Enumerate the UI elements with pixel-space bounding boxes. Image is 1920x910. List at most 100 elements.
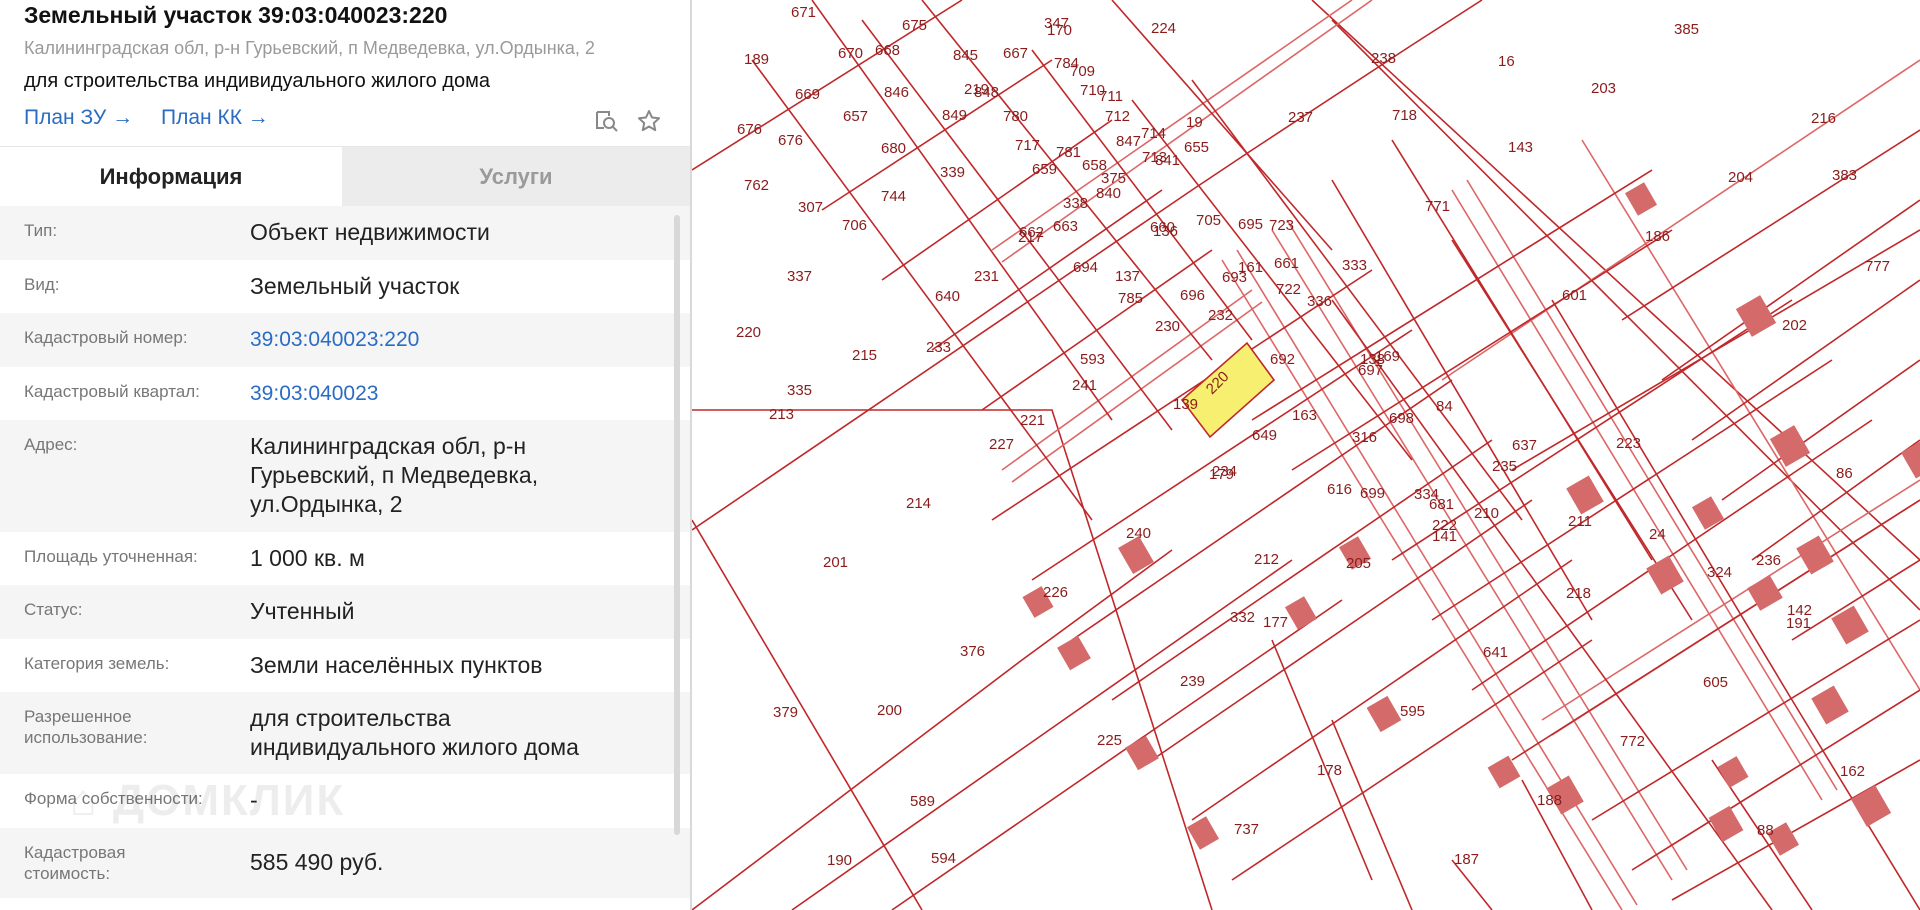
info-value: Земельный участок [250,273,460,299]
info-row-area: Площадь уточненная: 1 000 кв. м [0,532,690,585]
plot-label: 641 [1483,644,1508,661]
info-label: Площадь уточненная: [24,547,198,566]
cadastral-map[interactable]: 671 675 347 670 668 845 667 784 709 16 669 846 848 71… [692,0,1920,910]
plot-label: 219 [964,81,989,98]
star-icon[interactable] [632,104,666,138]
plot-label: 19 [1186,114,1203,131]
plot-label: 307 [798,199,823,216]
info-value: Учтенный [250,598,355,624]
plot-label: 139 [1173,396,1198,413]
plot-label: 594 [931,850,956,867]
info-label: Кадастровый квартал: [24,382,200,401]
plot-label: 332 [1230,609,1255,626]
plan-zu-link[interactable]: План ЗУ → [24,106,133,130]
plot-label: 169 [1375,348,1400,365]
plot-label: 706 [842,217,867,234]
plot-label: 177 [1263,614,1288,631]
plot-label: 668 [875,42,900,59]
info-row-cadastral-value: Кадастровая стоимость: 585 490 руб. [0,828,690,898]
plot-label: 676 [737,121,762,138]
plot-label: 215 [852,347,877,364]
plot-label: 840 [1096,185,1121,202]
plot-label: 695 [1238,216,1263,233]
plot-label: 204 [1728,169,1753,186]
watermark-logo: ⌂ ДОМКЛИК [70,776,346,825]
plot-label: 680 [881,140,906,157]
cadastral-quarter-link[interactable]: 39:03:040023 [250,379,650,408]
plot-label: 785 [1118,290,1143,307]
info-row-address: Адрес: Калининградская обл, р-н Гурьевск… [0,420,690,532]
plot-label: 231 [974,268,999,285]
info-row-type: Тип: Объект недвижимости [0,206,690,260]
info-row-status: Статус: Учтенный [0,585,690,639]
plot-label: 379 [773,704,798,721]
plot-label: 212 [1254,551,1279,568]
plot-label: 737 [1234,821,1259,838]
plot-label: 16 [1498,53,1515,70]
plot-label: 696 [1180,287,1205,304]
plot-label: 849 [942,107,967,124]
plot-label: 202 [1782,317,1807,334]
plot-label: 675 [902,17,927,34]
plot-label: 616 [1327,481,1352,498]
plot-label: 744 [881,188,906,205]
map-canvas[interactable]: 671675 347670 668 845 66778470916669 846 848 71… [692,0,1920,910]
info-value: для строительства индивидуального жилого… [250,705,579,760]
plot-label: 218 [1566,585,1591,602]
plot-label: 667 [1003,45,1028,62]
plan-kk-link[interactable]: План КК → [161,106,269,130]
plot-label: 655 [1184,139,1209,156]
tab-services[interactable]: Услуги [342,147,690,207]
plot-label: 333 [1342,257,1367,274]
plot-label: 86 [1836,465,1853,482]
plot-label: 385 [1674,21,1699,38]
plot-label: 772 [1620,733,1645,750]
selected-plot[interactable] [1180,341,1276,439]
plot-label: 718 [1392,107,1417,124]
page-title: Земельный участок 39:03:040023:220 [24,2,448,28]
purpose-text: для строительства индивидуального жилого… [24,70,491,92]
info-row-permitted-use: Разрешенное использование: для строитель… [0,692,690,774]
plot-label: 220 [736,324,761,341]
plot-label: 221 [1020,412,1045,429]
plot-label: 88 [1757,822,1774,839]
plot-label: 723 [1269,217,1294,234]
info-label: Тип: [24,221,58,240]
plot-label: 210 [1474,505,1499,522]
plan-zu-label: План ЗУ [24,106,107,129]
plot-label: 692 [1270,351,1295,368]
plot-label: 659 [1032,161,1057,178]
cadastral-number-link[interactable]: 39:03:040023:220 [250,325,650,354]
info-label: Адрес: [24,435,78,454]
tab-info[interactable]: Информация [0,147,342,207]
plot-label: 777 [1865,258,1890,275]
plot-label: 143 [1508,139,1533,156]
search-doc-icon[interactable] [590,104,624,138]
plot-label: 216 [1811,110,1836,127]
info-row-cadastral-number: Кадастровый номер: 39:03:040023:220 [0,313,690,367]
plot-label: 781 [1056,144,1081,161]
plot-label: 336 [1307,293,1332,310]
plot-label: 324 [1707,564,1732,581]
plot-label: 203 [1591,80,1616,97]
plot-label: 200 [877,702,902,719]
scrollbar[interactable] [674,215,680,835]
plan-kk-label: План КК [161,106,242,129]
plot-label: 657 [843,108,868,125]
plot-label: 714 [1141,125,1166,142]
plot-label: 338 [1063,195,1088,212]
plot-label: 717 [1015,137,1040,154]
plot-label: 780 [1003,108,1028,125]
plot-label: 227 [989,436,1014,453]
plot-label: 186 [1645,228,1670,245]
plot-label: 762 [744,177,769,194]
plot-label: 187 [1454,851,1479,868]
info-value: Земли населённых пунктов [250,652,543,678]
plot-label: 337 [787,268,812,285]
plot-label: 226 [1043,584,1068,601]
info-label: Кадастровая стоимость: [24,843,126,883]
plot-label: 241 [1072,377,1097,394]
info-label: Разрешенное использование: [24,707,148,747]
plot-label: 705 [1196,212,1221,229]
plot-label: 230 [1155,318,1180,335]
